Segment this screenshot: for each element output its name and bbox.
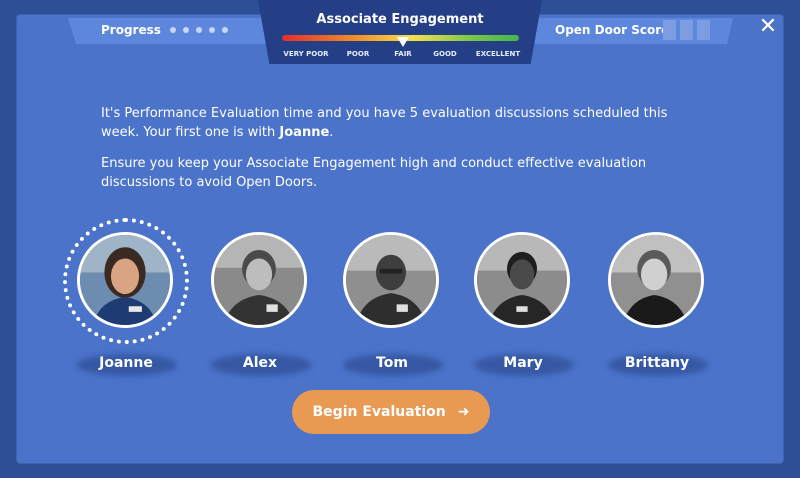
meter-label-fair: FAIR — [394, 50, 412, 58]
engagement-meter-pointer — [397, 37, 409, 47]
score-box — [663, 20, 676, 40]
progress-dot — [196, 27, 202, 33]
intro-paragraph-1: It's Performance Evaluation time and you… — [101, 106, 668, 140]
associate-tom[interactable]: Tom — [343, 232, 447, 376]
avatar — [343, 232, 439, 328]
score-box — [680, 20, 693, 40]
avatar — [211, 232, 307, 328]
avatar — [77, 232, 173, 328]
progress-dots — [170, 27, 228, 33]
intro-paragraph-2: Ensure you keep your Associate Engagemen… — [101, 156, 647, 190]
associate-name: Alex — [242, 355, 278, 371]
associate-mary[interactable]: Mary — [474, 232, 578, 376]
meter-label-very-poor: VERY POOR — [283, 50, 329, 58]
begin-evaluation-label: Begin Evaluation — [312, 404, 446, 420]
arrow-right-icon: ➜ — [457, 404, 470, 420]
progress-dot — [183, 27, 189, 33]
associate-joanne[interactable]: Joanne — [63, 218, 189, 376]
associate-name: Brittany — [624, 355, 690, 371]
begin-evaluation-button[interactable]: Begin Evaluation ➜ — [292, 390, 490, 434]
progress-bar-strip — [68, 18, 268, 44]
score-box — [697, 20, 710, 40]
meter-label-good: GOOD — [433, 50, 457, 58]
close-icon[interactable]: ✕ — [757, 16, 779, 38]
associate-brittany[interactable]: Brittany — [608, 232, 712, 376]
intro-text: It's Performance Evaluation time and you… — [101, 104, 691, 204]
associate-name: Mary — [503, 355, 543, 371]
avatar — [608, 232, 704, 328]
meter-label-poor: POOR — [346, 50, 370, 58]
open-door-score-boxes — [663, 20, 710, 40]
meter-label-excellent: EXCELLENT — [475, 50, 521, 58]
progress-dot — [170, 27, 176, 33]
first-associate-name: Joanne — [279, 125, 330, 140]
open-door-score-label: Open Door Score — [555, 23, 670, 37]
associate-name: Joanne — [99, 355, 153, 371]
progress-dot — [222, 27, 228, 33]
progress-dot — [209, 27, 215, 33]
engagement-meter-title: Associate Engagement — [316, 12, 484, 27]
associate-alex[interactable]: Alex — [211, 232, 315, 376]
progress-label: Progress — [101, 23, 161, 37]
associate-name: Tom — [376, 355, 408, 371]
avatar — [474, 232, 570, 328]
